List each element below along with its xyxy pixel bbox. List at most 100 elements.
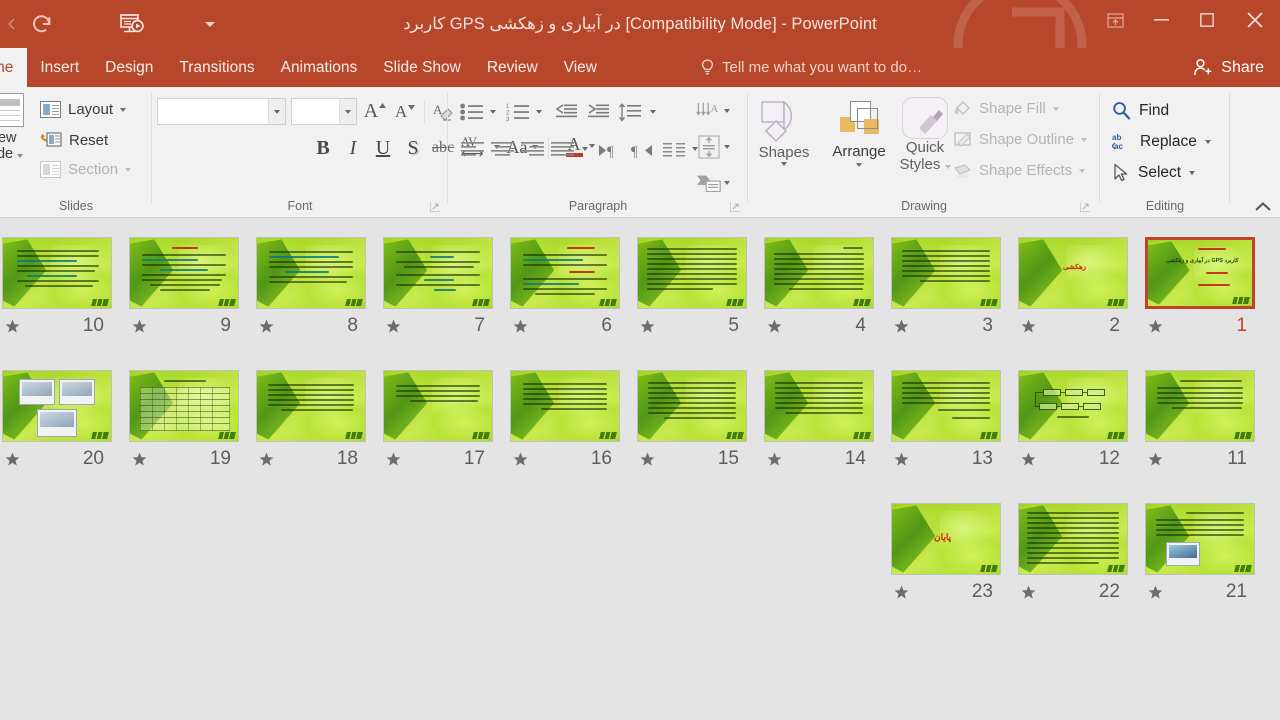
restore-icon[interactable] (1184, 0, 1230, 40)
slide-thumbnail-image[interactable] (2, 237, 112, 309)
slide-thumbnail-1[interactable]: کاربرد GPS در آبیاری و زهکشی 1 (1145, 237, 1271, 336)
slide-thumbnail-image[interactable] (891, 237, 1001, 309)
font-size-chevron-down-icon[interactable] (339, 99, 356, 124)
slide-thumbnail-image[interactable] (1018, 370, 1128, 442)
new-slide-button[interactable]: New Slide (0, 93, 28, 162)
tab-home[interactable]: Home (0, 48, 28, 87)
bold-button[interactable]: B (310, 135, 336, 161)
drawing-dialog-launcher[interactable] (1080, 202, 1090, 212)
tell-me-search[interactable]: Tell me what you want to do… (700, 48, 922, 87)
slide-thumbnail-13[interactable]: 13 (891, 370, 1017, 469)
shape-fill-button[interactable]: Shape Fill (953, 99, 1059, 118)
font-size-input[interactable] (291, 98, 357, 125)
arrange-button[interactable]: Arrange (826, 97, 892, 167)
slide-thumbnail-22[interactable]: 22 (1018, 503, 1144, 602)
slide-thumbnail-image[interactable] (1018, 503, 1128, 575)
columns-button[interactable] (660, 137, 688, 163)
collapse-ribbon-button[interactable] (1254, 201, 1272, 213)
increase-font-size-button[interactable]: A (360, 98, 390, 125)
align-right-button[interactable] (518, 137, 546, 163)
slide-thumbnail-16[interactable]: 16 (510, 370, 636, 469)
align-text-button[interactable] (696, 133, 730, 161)
quick-styles-button[interactable]: Quick Styles (890, 97, 960, 173)
shape-outline-chevron-down-icon[interactable] (1081, 137, 1088, 142)
slide-thumbnail-image[interactable] (383, 370, 493, 442)
slide-thumbnail-image[interactable] (1145, 370, 1255, 442)
slide-thumbnail-image[interactable] (764, 370, 874, 442)
section-chevron-down-icon[interactable] (125, 167, 132, 172)
layout-button[interactable]: Layout (40, 101, 127, 118)
slide-thumbnail-image[interactable] (256, 237, 366, 309)
slide-thumbnail-10[interactable]: 10 (2, 237, 128, 336)
tab-design[interactable]: Design (92, 48, 166, 87)
paragraph-dialog-launcher[interactable] (730, 202, 740, 212)
decrease-font-size-button[interactable]: A (390, 98, 420, 125)
text-direction-chevron-down-icon[interactable] (724, 109, 730, 113)
convert-to-smartart-button[interactable] (696, 169, 730, 197)
slide-thumbnail-18[interactable]: 18 (256, 370, 382, 469)
slide-thumbnail-image[interactable] (510, 370, 620, 442)
minimize-icon[interactable] (1138, 0, 1184, 40)
line-spacing-button[interactable] (616, 100, 644, 124)
slide-thumbnail-6[interactable]: 6 (510, 237, 636, 336)
increase-indent-button[interactable] (584, 100, 612, 124)
slide-thumbnail-8[interactable]: 8 (256, 237, 382, 336)
arrange-chevron-down-icon[interactable] (856, 163, 862, 167)
tab-slide-show[interactable]: Slide Show (370, 48, 474, 87)
font-name-input[interactable] (157, 98, 286, 125)
italic-button[interactable]: I (340, 135, 366, 161)
line-spacing-chevron-down-icon[interactable] (646, 102, 660, 122)
slide-thumbnail-image[interactable] (510, 237, 620, 309)
align-text-chevron-down-icon[interactable] (724, 145, 730, 149)
font-dialog-launcher[interactable] (430, 202, 440, 212)
slide-thumbnail-image[interactable] (891, 370, 1001, 442)
numbering-button[interactable]: 1 2 3 (504, 100, 532, 124)
decrease-indent-button[interactable] (552, 100, 580, 124)
tab-animations[interactable]: Animations (268, 48, 371, 87)
bullets-chevron-down-icon[interactable] (486, 102, 500, 122)
shape-outline-button[interactable]: Shape Outline (953, 130, 1088, 149)
layout-chevron-down-icon[interactable] (120, 107, 127, 112)
slide-thumbnail-image[interactable]: زهکشی (1018, 237, 1128, 309)
align-left-button[interactable] (458, 137, 486, 163)
tab-review[interactable]: Review (474, 48, 551, 87)
slide-thumbnail-image[interactable] (764, 237, 874, 309)
slide-thumbnail-image[interactable] (2, 370, 112, 442)
slide-thumbnail-image[interactable]: کاربرد GPS در آبیاری و زهکشی (1145, 237, 1255, 309)
slide-thumbnail-3[interactable]: 3 (891, 237, 1017, 336)
ribbon-display-options-icon[interactable] (1092, 0, 1138, 40)
section-button[interactable]: Section (40, 161, 132, 178)
slide-thumbnail-23[interactable]: پایان 23 (891, 503, 1017, 602)
slide-thumbnail-5[interactable]: 5 (637, 237, 763, 336)
smartart-chevron-down-icon[interactable] (724, 181, 730, 185)
underline-button[interactable]: U (370, 135, 396, 161)
replace-button[interactable]: ab ac Replace (1112, 132, 1211, 151)
font-name-chevron-down-icon[interactable] (268, 99, 285, 124)
slide-thumbnail-image[interactable] (383, 237, 493, 309)
replace-chevron-down-icon[interactable] (1204, 139, 1211, 144)
slide-thumbnail-2[interactable]: زهکشی 2 (1018, 237, 1144, 336)
slide-thumbnail-image[interactable] (637, 370, 747, 442)
justify-chevron-down-icon[interactable] (578, 139, 592, 159)
quick-styles-chevron-down-icon[interactable] (944, 165, 951, 169)
shape-fill-chevron-down-icon[interactable] (1052, 106, 1059, 111)
slide-thumbnail-11[interactable]: 11 (1145, 370, 1271, 469)
shape-effects-button[interactable]: Shape Effects (953, 161, 1086, 180)
justify-button[interactable] (548, 137, 576, 163)
slide-thumbnail-20[interactable]: 20 (2, 370, 128, 469)
text-direction-ltr-button[interactable]: ¶ (596, 137, 624, 163)
slide-sorter-panel[interactable]: 10 9 8 7 6 5 4 3 زهکشی 2 کاربرد GPS در آ… (0, 219, 1280, 720)
find-button[interactable]: Find (1112, 101, 1169, 120)
new-slide-chevron-down-icon[interactable] (17, 154, 24, 158)
slide-thumbnail-4[interactable]: 4 (764, 237, 890, 336)
close-icon[interactable] (1230, 0, 1280, 40)
slide-thumbnail-image[interactable] (256, 370, 366, 442)
slide-thumbnail-21[interactable]: 21 (1145, 503, 1271, 602)
slide-thumbnail-12[interactable]: 12 (1018, 370, 1144, 469)
slide-thumbnail-7[interactable]: 7 (383, 237, 509, 336)
slide-thumbnail-15[interactable]: 15 (637, 370, 763, 469)
select-button[interactable]: Select (1112, 163, 1196, 182)
text-shadow-button[interactable]: S (400, 135, 426, 161)
slide-thumbnail-image[interactable] (129, 370, 239, 442)
slide-thumbnail-image[interactable]: پایان (891, 503, 1001, 575)
